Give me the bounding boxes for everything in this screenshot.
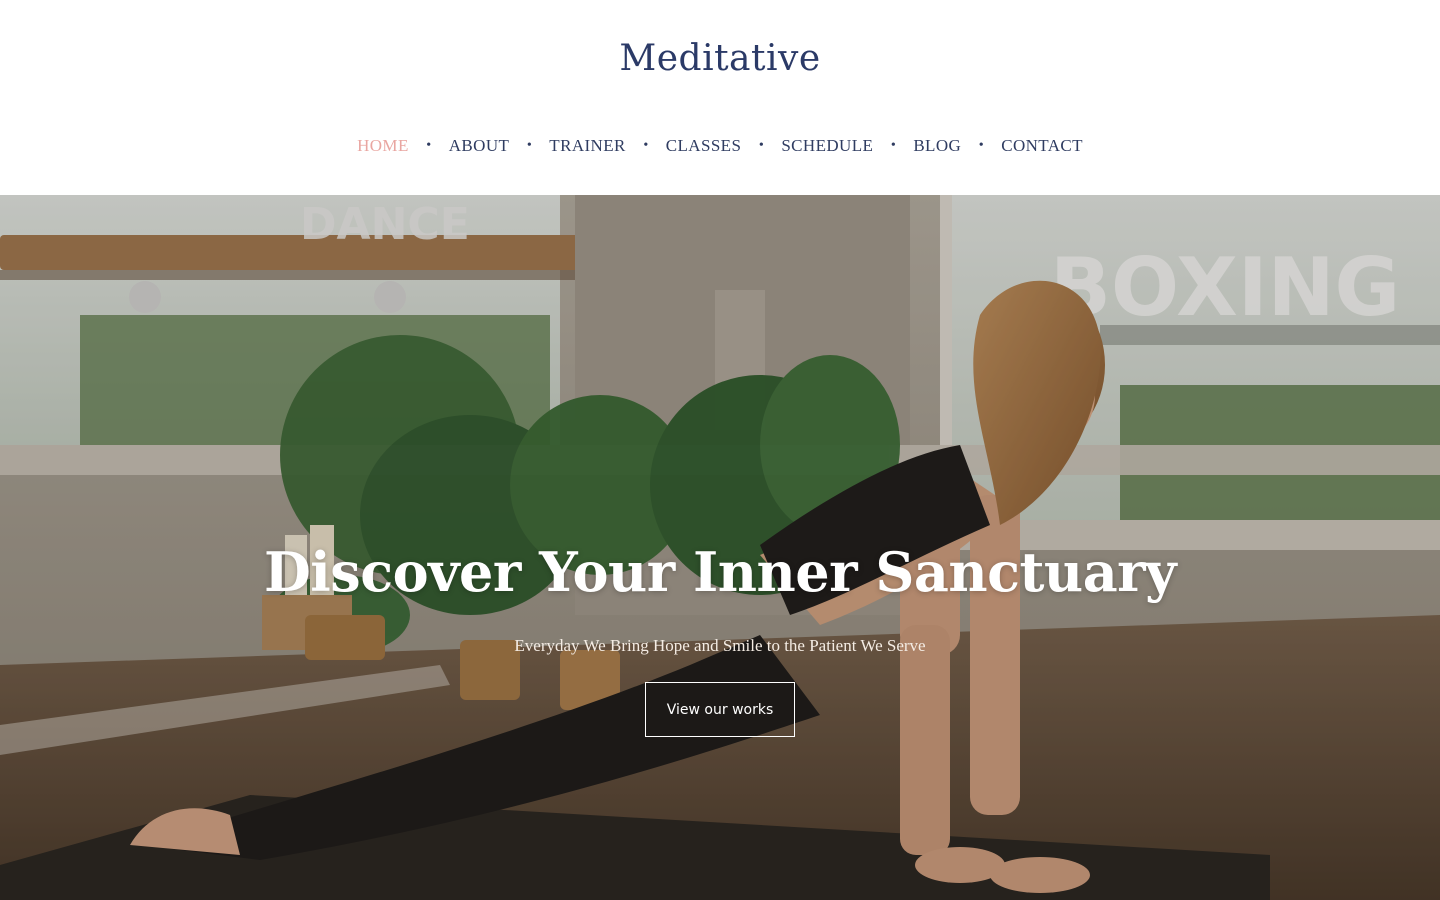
main-nav: HOME • ABOUT • TRAINER • CLASSES • SCHED… (0, 136, 1440, 156)
site-header: Meditative HOME • ABOUT • TRAINER • CLAS… (0, 0, 1440, 195)
nav-separator: • (643, 138, 649, 153)
site-logo[interactable]: Meditative (0, 38, 1440, 79)
nav-item-classes[interactable]: CLASSES (666, 136, 742, 156)
nav-item-schedule[interactable]: SCHEDULE (781, 136, 873, 156)
nav-item-blog[interactable]: BLOG (913, 136, 961, 156)
nav-separator: • (890, 138, 896, 153)
nav-item-home[interactable]: HOME (357, 136, 409, 156)
nav-item-trainer[interactable]: TRAINER (549, 136, 625, 156)
nav-separator: • (426, 138, 432, 153)
hero-title: Discover Your Inner Sanctuary (263, 540, 1177, 604)
nav-separator: • (978, 138, 984, 153)
hero-section: DANCE BOXING Discover Your Inner Sanctua… (0, 195, 1440, 900)
view-works-button[interactable]: View our works (645, 682, 795, 737)
nav-item-contact[interactable]: CONTACT (1001, 136, 1083, 156)
hero-subtitle: Everyday We Bring Hope and Smile to the … (514, 636, 926, 655)
nav-separator: • (758, 138, 764, 153)
nav-item-about[interactable]: ABOUT (449, 136, 510, 156)
nav-separator: • (526, 138, 532, 153)
